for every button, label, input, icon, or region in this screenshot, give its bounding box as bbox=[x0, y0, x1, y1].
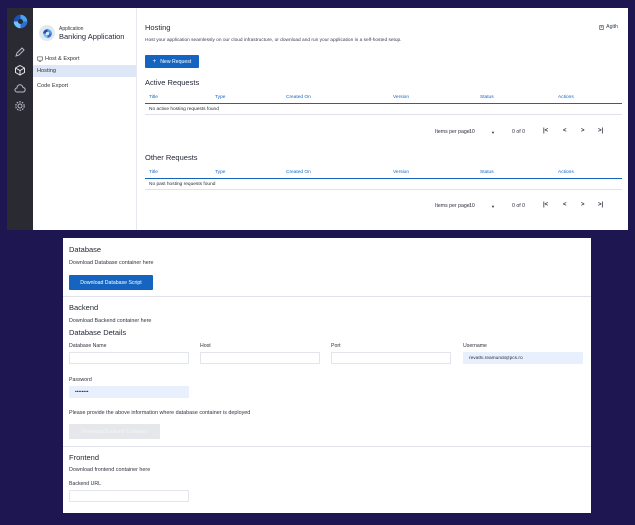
host-label: Host bbox=[200, 343, 211, 349]
host-input[interactable] bbox=[200, 352, 320, 364]
column-header-actions[interactable]: Actions bbox=[558, 95, 574, 100]
host-export-icon bbox=[37, 56, 43, 62]
backend-title: Backend bbox=[69, 303, 99, 312]
page-range: 0 of 0 bbox=[512, 203, 525, 209]
column-header-version[interactable]: Version bbox=[393, 170, 409, 175]
book-icon bbox=[599, 24, 604, 30]
column-header-title[interactable]: Title bbox=[149, 170, 158, 175]
next-page-icon[interactable]: > bbox=[581, 202, 585, 208]
sidebar-item-hosting[interactable]: Hosting bbox=[33, 65, 136, 77]
table-header: Title Type Created On Version Status Act… bbox=[145, 167, 622, 179]
database-info-text: Please provide the above information whe… bbox=[69, 410, 251, 416]
side-navigation: Application Banking Application Host & E… bbox=[33, 8, 137, 230]
active-requests-title: Active Requests bbox=[145, 78, 200, 87]
code-export-panel: Database Download Database container her… bbox=[63, 238, 591, 513]
last-page-icon[interactable]: >| bbox=[598, 202, 603, 208]
active-requests-paginator: Items per page: 10 ▼ 0 of 0 |< < > >| bbox=[145, 128, 622, 138]
column-header-title[interactable]: Title bbox=[149, 95, 158, 100]
column-header-created-on[interactable]: Created On bbox=[286, 170, 311, 175]
download-backend-container-button[interactable]: Download Backend Container bbox=[69, 424, 160, 439]
help-label: Agith bbox=[606, 24, 618, 30]
application-card[interactable]: Application Banking Application bbox=[39, 25, 136, 41]
database-name-label: Database Name bbox=[69, 343, 107, 349]
other-requests-title: Other Requests bbox=[145, 153, 198, 162]
chevron-down-icon[interactable]: ▼ bbox=[491, 130, 495, 135]
database-description: Download Database container here bbox=[69, 260, 154, 266]
items-per-page-select[interactable]: 10 bbox=[469, 203, 475, 209]
backend-url-label: Backend URL bbox=[69, 481, 102, 487]
first-page-icon[interactable]: |< bbox=[543, 128, 548, 134]
column-header-version[interactable]: Version bbox=[393, 95, 409, 100]
hosting-description: Host your application seamlessly on our … bbox=[145, 38, 402, 43]
password-input[interactable] bbox=[69, 386, 189, 398]
backend-url-input[interactable] bbox=[69, 490, 189, 502]
column-header-created-on[interactable]: Created On bbox=[286, 95, 311, 100]
items-per-page-label: Items per page: bbox=[435, 129, 472, 135]
items-per-page-select[interactable]: 10 bbox=[469, 129, 475, 135]
column-header-actions[interactable]: Actions bbox=[558, 170, 574, 175]
items-per-page-label: Items per page: bbox=[435, 203, 472, 209]
table-empty-row: No past hosting requests found bbox=[145, 179, 622, 190]
sidebar-item-code-export[interactable]: Code Export bbox=[33, 80, 136, 92]
plus-icon: + bbox=[152, 58, 157, 65]
database-title: Database bbox=[69, 245, 102, 254]
icon-rail bbox=[7, 8, 33, 230]
active-requests-table: Title Type Created On Version Status Act… bbox=[145, 92, 622, 115]
previous-page-icon[interactable]: < bbox=[563, 128, 567, 134]
port-label: Port bbox=[331, 343, 341, 349]
app-window: Application Banking Application Host & E… bbox=[7, 8, 628, 230]
application-name: Banking Application bbox=[59, 31, 125, 41]
page-title: Hosting bbox=[145, 23, 171, 32]
username-input[interactable] bbox=[463, 352, 583, 364]
next-page-icon[interactable]: > bbox=[581, 128, 585, 134]
database-name-input[interactable] bbox=[69, 352, 189, 364]
new-request-button[interactable]: + New Request bbox=[145, 55, 199, 68]
backend-description: Download Backend container here bbox=[69, 318, 152, 324]
gear-icon[interactable] bbox=[14, 100, 26, 112]
new-request-label: New Request bbox=[160, 58, 192, 65]
table-empty-row: No active hosting requests found bbox=[145, 104, 622, 115]
other-requests-paginator: Items per page: 10 ▼ 0 of 0 |< < > >| bbox=[145, 202, 622, 212]
first-page-icon[interactable]: |< bbox=[543, 202, 548, 208]
cloud-icon[interactable] bbox=[14, 83, 26, 95]
nav-group-host-export[interactable]: Host & Export bbox=[37, 56, 136, 62]
table-header: Title Type Created On Version Status Act… bbox=[145, 92, 622, 104]
frontend-description: Download frontend container here bbox=[69, 467, 151, 473]
other-requests-table: Title Type Created On Version Status Act… bbox=[145, 167, 622, 190]
nav-group-label: Host & Export bbox=[45, 56, 80, 62]
help-link[interactable]: Agith bbox=[599, 24, 618, 30]
chevron-down-icon[interactable]: ▼ bbox=[491, 204, 495, 209]
app-logo-icon bbox=[42, 28, 52, 38]
port-input[interactable] bbox=[331, 352, 451, 364]
username-label: Username bbox=[463, 343, 487, 349]
column-header-type[interactable]: Type bbox=[215, 170, 225, 175]
column-header-type[interactable]: Type bbox=[215, 95, 225, 100]
cube-icon[interactable] bbox=[14, 64, 26, 76]
frontend-title: Frontend bbox=[69, 453, 100, 462]
section-divider bbox=[63, 446, 591, 447]
download-database-script-button[interactable]: Download Database Script bbox=[69, 275, 153, 290]
section-divider bbox=[63, 296, 591, 297]
page-range: 0 of 0 bbox=[512, 129, 525, 135]
application-avatar bbox=[39, 25, 55, 41]
previous-page-icon[interactable]: < bbox=[563, 202, 567, 208]
last-page-icon[interactable]: >| bbox=[598, 128, 603, 134]
column-header-status[interactable]: Status bbox=[480, 95, 494, 100]
database-details-title: Database Details bbox=[69, 328, 127, 337]
pencil-icon[interactable] bbox=[14, 46, 26, 58]
app-logo-icon[interactable] bbox=[12, 13, 29, 30]
password-label: Password bbox=[69, 377, 92, 383]
column-header-status[interactable]: Status bbox=[480, 170, 494, 175]
hosting-main: Hosting Agith Host your application seam… bbox=[137, 8, 628, 230]
